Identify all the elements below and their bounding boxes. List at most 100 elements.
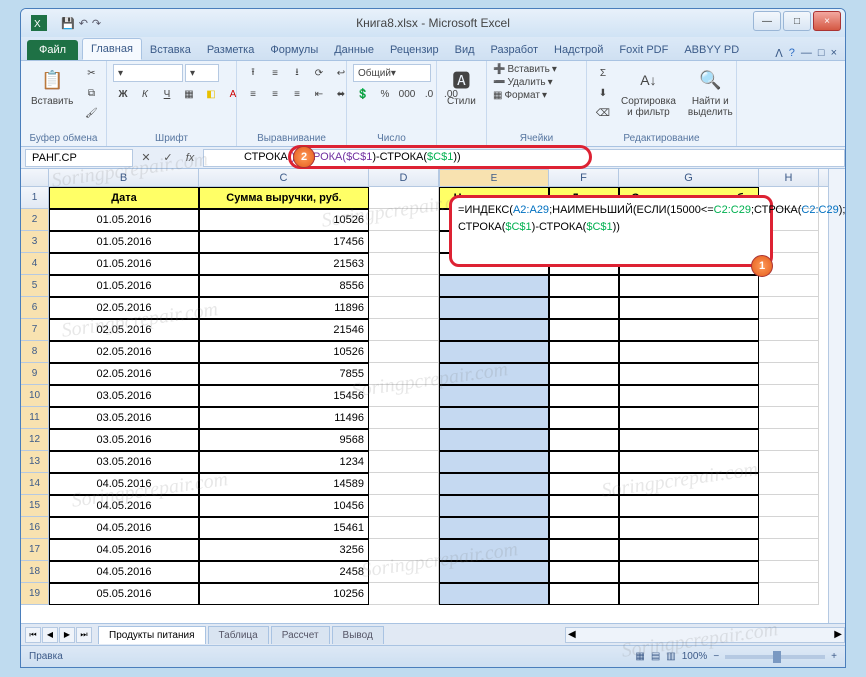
cell-sum[interactable]: 15456 [199, 385, 369, 407]
cell-name[interactable] [439, 495, 549, 517]
tab-addins[interactable]: Надстрой [546, 40, 611, 60]
rowhead[interactable]: 1 [21, 187, 49, 209]
align-right-icon[interactable]: ≡ [287, 85, 307, 103]
find-button[interactable]: 🔍 Найти и выделить [684, 64, 737, 120]
comma-icon[interactable]: 000 [397, 85, 417, 103]
cell[interactable] [369, 341, 439, 363]
cell[interactable] [759, 297, 819, 319]
tab-home[interactable]: Главная [82, 38, 142, 60]
sheet-tab-1[interactable]: Таблица [208, 626, 269, 644]
rowhead[interactable]: 12 [21, 429, 49, 451]
rowhead[interactable]: 15 [21, 495, 49, 517]
cell[interactable] [369, 363, 439, 385]
tab-review[interactable]: Рецензир [382, 40, 447, 60]
insert-cells-button[interactable]: ➕Вставить ▾ [493, 64, 557, 75]
cell-sum2[interactable] [619, 341, 759, 363]
maximize-button[interactable]: □ [783, 11, 811, 31]
name-box[interactable]: РАНГ.СР [25, 149, 133, 167]
minimize-button[interactable]: — [753, 11, 781, 31]
cell-date[interactable]: 01.05.2016 [49, 209, 199, 231]
sort-filter-button[interactable]: A↓ Сортировка и фильтр [617, 64, 680, 120]
colhead-G[interactable]: G [619, 169, 759, 186]
cell-date2[interactable] [549, 495, 619, 517]
cell-date[interactable]: 03.05.2016 [49, 407, 199, 429]
cell[interactable] [369, 275, 439, 297]
sheet-nav-next-icon[interactable]: ▶ [59, 627, 75, 643]
rowhead[interactable]: 4 [21, 253, 49, 275]
cell-name[interactable] [439, 363, 549, 385]
doc-min-icon[interactable]: — [801, 47, 812, 60]
cell[interactable] [759, 451, 819, 473]
cell-name[interactable] [439, 297, 549, 319]
sheet-tab-2[interactable]: Рассчет [271, 626, 330, 644]
cell[interactable] [369, 231, 439, 253]
rowhead[interactable]: 11 [21, 407, 49, 429]
cell-sum[interactable]: 14589 [199, 473, 369, 495]
select-all-corner[interactable] [21, 169, 49, 186]
cell-date2[interactable] [549, 275, 619, 297]
rowhead[interactable]: 2 [21, 209, 49, 231]
cell-sum[interactable]: 3256 [199, 539, 369, 561]
cell-name[interactable] [439, 473, 549, 495]
cell-name[interactable] [439, 429, 549, 451]
file-tab[interactable]: Файл [27, 40, 78, 60]
align-mid-icon[interactable]: ≡ [265, 64, 285, 82]
cell-date[interactable]: 04.05.2016 [49, 473, 199, 495]
cell-date[interactable]: 03.05.2016 [49, 451, 199, 473]
tab-view[interactable]: Вид [447, 40, 483, 60]
colhead-H[interactable]: H [759, 169, 819, 186]
cell[interactable] [759, 539, 819, 561]
view-layout-icon[interactable]: ▤ [651, 651, 660, 662]
cut-icon[interactable]: ✂ [81, 64, 101, 82]
rowhead[interactable]: 7 [21, 319, 49, 341]
cell[interactable] [369, 583, 439, 605]
underline-icon[interactable]: Ч [157, 85, 177, 103]
cell[interactable] [369, 209, 439, 231]
zoom-slider[interactable] [725, 655, 825, 659]
font-size-select[interactable]: ▾ [185, 64, 219, 82]
cell-date[interactable]: 03.05.2016 [49, 429, 199, 451]
cell-date[interactable]: 04.05.2016 [49, 495, 199, 517]
cancel-formula-icon[interactable]: ✕ [137, 149, 155, 167]
cell[interactable] [369, 539, 439, 561]
cell-sum[interactable]: 11496 [199, 407, 369, 429]
cell-sum[interactable]: 8556 [199, 275, 369, 297]
close-button[interactable]: × [813, 11, 841, 31]
cell-date[interactable]: 02.05.2016 [49, 341, 199, 363]
cell-sum[interactable]: 21546 [199, 319, 369, 341]
enter-formula-icon[interactable]: ✓ [159, 149, 177, 167]
cell-sum2[interactable] [619, 319, 759, 341]
cell-date2[interactable] [549, 341, 619, 363]
indent-dec-icon[interactable]: ⇤ [309, 85, 329, 103]
cell-sum2[interactable] [619, 583, 759, 605]
cell-name[interactable] [439, 561, 549, 583]
doc-restore-icon[interactable]: □ [818, 47, 825, 60]
cell-sum2[interactable] [619, 561, 759, 583]
cell[interactable] [369, 385, 439, 407]
view-normal-icon[interactable]: ▦ [635, 651, 644, 662]
colhead-C[interactable]: C [199, 169, 369, 186]
horizontal-scrollbar[interactable]: ◀▶ [565, 627, 845, 643]
colhead-B[interactable]: B [49, 169, 199, 186]
sheet-tab-active[interactable]: Продукты питания [98, 626, 206, 644]
cell[interactable] [369, 319, 439, 341]
italic-icon[interactable]: К [135, 85, 155, 103]
fx-icon[interactable]: fx [181, 149, 199, 167]
cell-sum[interactable]: 9568 [199, 429, 369, 451]
cell[interactable] [369, 517, 439, 539]
rowhead[interactable]: 10 [21, 385, 49, 407]
cell-name[interactable] [439, 583, 549, 605]
rowhead[interactable]: 19 [21, 583, 49, 605]
cell-date2[interactable] [549, 407, 619, 429]
cell-sum[interactable]: 10256 [199, 583, 369, 605]
rowhead[interactable]: 18 [21, 561, 49, 583]
cell-date[interactable]: 01.05.2016 [49, 275, 199, 297]
cell[interactable] [759, 473, 819, 495]
cell[interactable] [759, 275, 819, 297]
minimize-ribbon-icon[interactable]: ᐱ [775, 47, 783, 60]
cell-date[interactable]: 03.05.2016 [49, 385, 199, 407]
view-pagebreak-icon[interactable]: ▥ [666, 651, 675, 662]
rowhead[interactable]: 13 [21, 451, 49, 473]
cell[interactable] [369, 187, 439, 209]
autosum-icon[interactable]: Σ [593, 64, 613, 82]
